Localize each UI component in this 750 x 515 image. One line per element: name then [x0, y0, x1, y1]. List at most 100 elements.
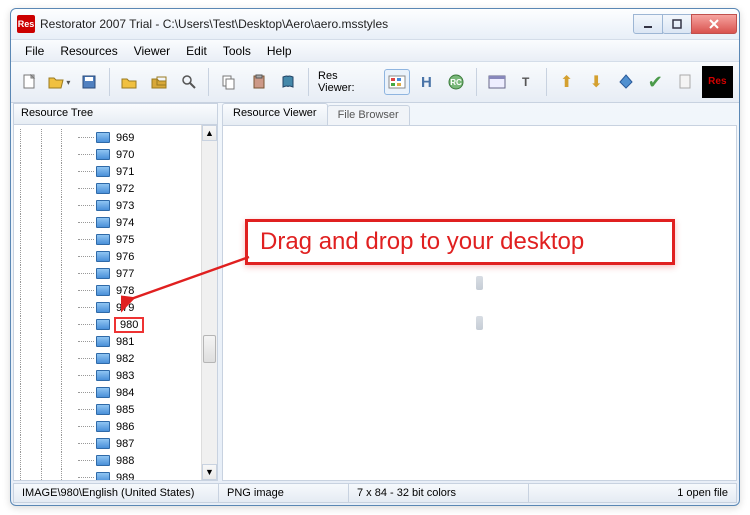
tree-node-987[interactable]: 987 [20, 435, 201, 452]
menu-viewer[interactable]: Viewer [126, 42, 178, 60]
save-button[interactable] [76, 69, 102, 95]
tree-lines [20, 163, 78, 180]
tree-node-label: 983 [114, 370, 136, 382]
menu-edit[interactable]: Edit [178, 42, 215, 60]
resource-tree[interactable]: 9699709719729739749759769779789799809819… [14, 125, 201, 480]
book-button[interactable] [275, 69, 301, 95]
tree-twig [78, 452, 96, 469]
preview-segment [476, 316, 483, 330]
tree-node-label: 987 [114, 438, 136, 450]
scroll-down-button[interactable]: ▼ [202, 464, 217, 480]
tree-twig [78, 299, 96, 316]
toolbar-separator [109, 68, 110, 96]
menu-help[interactable]: Help [259, 42, 300, 60]
titlebar[interactable]: Res Restorator 2007 Trial - C:\Users\Tes… [11, 9, 739, 39]
tree-node-975[interactable]: 975 [20, 231, 201, 248]
hex-icon: H [421, 74, 432, 91]
paste-button[interactable] [246, 69, 272, 95]
tree-node-970[interactable]: 970 [20, 146, 201, 163]
doc-button[interactable] [672, 69, 698, 95]
folder-button[interactable] [117, 69, 143, 95]
tree-node-971[interactable]: 971 [20, 163, 201, 180]
down-button[interactable]: ⬇ [583, 69, 609, 95]
tree-node-label: 976 [114, 251, 136, 263]
status-path: IMAGE\980\English (United States) [14, 484, 219, 502]
rc-icon: RC [447, 73, 465, 91]
tree-twig [78, 384, 96, 401]
view-default-button[interactable] [384, 69, 410, 95]
scroll-thumb[interactable] [203, 335, 216, 363]
viewer-tabs: Resource Viewer File Browser [222, 103, 737, 125]
tree-node-978[interactable]: 978 [20, 282, 201, 299]
tree-node-974[interactable]: 974 [20, 214, 201, 231]
tree-node-972[interactable]: 972 [20, 180, 201, 197]
tree-node-985[interactable]: 985 [20, 401, 201, 418]
resource-icon [96, 251, 110, 262]
tree-node-label: 989 [114, 472, 136, 481]
copy-button[interactable] [216, 69, 242, 95]
tab-resource-viewer[interactable]: Resource Viewer [222, 103, 328, 125]
resviewer-label: Res Viewer: [318, 70, 376, 94]
resource-icon [96, 268, 110, 279]
tree-node-969[interactable]: 969 [20, 129, 201, 146]
tree-node-973[interactable]: 973 [20, 197, 201, 214]
menu-tools[interactable]: Tools [215, 42, 259, 60]
menubar: File Resources Viewer Edit Tools Help [11, 39, 739, 61]
tree-scrollbar[interactable]: ▲ ▼ [201, 125, 217, 480]
tab-file-browser[interactable]: File Browser [327, 105, 410, 125]
tree-lines [20, 299, 78, 316]
menu-file[interactable]: File [17, 42, 52, 60]
tree-node-label: 979 [114, 302, 136, 314]
resource-icon [96, 455, 110, 466]
close-button[interactable] [691, 14, 737, 34]
tree-node-983[interactable]: 983 [20, 367, 201, 384]
browse-icon [151, 74, 167, 90]
tree-node-980[interactable]: 980 [20, 316, 201, 333]
tree-node-986[interactable]: 986 [20, 418, 201, 435]
resource-viewer[interactable] [222, 125, 737, 481]
tree-node-984[interactable]: 984 [20, 384, 201, 401]
toolbar: Res Viewer: H RC T ⬆ ⬇ ✔ Res [11, 61, 739, 103]
check-button[interactable]: ✔ [643, 69, 669, 95]
scroll-track[interactable] [202, 141, 217, 464]
client-area: Resource Tree 96997097197297397497597697… [13, 103, 737, 481]
preview-segment [476, 276, 483, 290]
statusbar: IMAGE\980\English (United States) PNG im… [13, 483, 737, 503]
tree-node-982[interactable]: 982 [20, 350, 201, 367]
tree-node-label: 969 [114, 132, 136, 144]
text-button[interactable]: T [513, 69, 539, 95]
tree-lines [20, 231, 78, 248]
resource-icon [96, 166, 110, 177]
tree-node-label: 972 [114, 183, 136, 195]
view-rc-button[interactable]: RC [443, 69, 469, 95]
resource-icon [96, 149, 110, 160]
annotation-callout: Drag and drop to your desktop [245, 219, 675, 265]
tree-lines [20, 146, 78, 163]
up-button[interactable]: ⬆ [554, 69, 580, 95]
view-hex-button[interactable]: H [414, 69, 440, 95]
menu-resources[interactable]: Resources [52, 42, 125, 60]
dialog-button[interactable] [484, 69, 510, 95]
tree-node-label: 973 [114, 200, 136, 212]
resource-icon [96, 438, 110, 449]
tree-node-989[interactable]: 989 [20, 469, 201, 480]
resource-icon [96, 200, 110, 211]
new-button[interactable] [17, 69, 43, 95]
find-button[interactable] [176, 69, 202, 95]
tree-twig [78, 197, 96, 214]
open-button[interactable] [47, 69, 73, 95]
scroll-up-button[interactable]: ▲ [202, 125, 217, 141]
tree-node-979[interactable]: 979 [20, 299, 201, 316]
tree-node-977[interactable]: 977 [20, 265, 201, 282]
maximize-button[interactable] [662, 14, 692, 34]
tree-node-988[interactable]: 988 [20, 452, 201, 469]
resource-icon [96, 336, 110, 347]
tree-lines [20, 214, 78, 231]
tree-node-981[interactable]: 981 [20, 333, 201, 350]
browse-button[interactable] [146, 69, 172, 95]
nav-button[interactable] [613, 69, 639, 95]
minimize-button[interactable] [633, 14, 663, 34]
tree-lines [20, 265, 78, 282]
tree-lines [20, 469, 78, 480]
tree-node-976[interactable]: 976 [20, 248, 201, 265]
